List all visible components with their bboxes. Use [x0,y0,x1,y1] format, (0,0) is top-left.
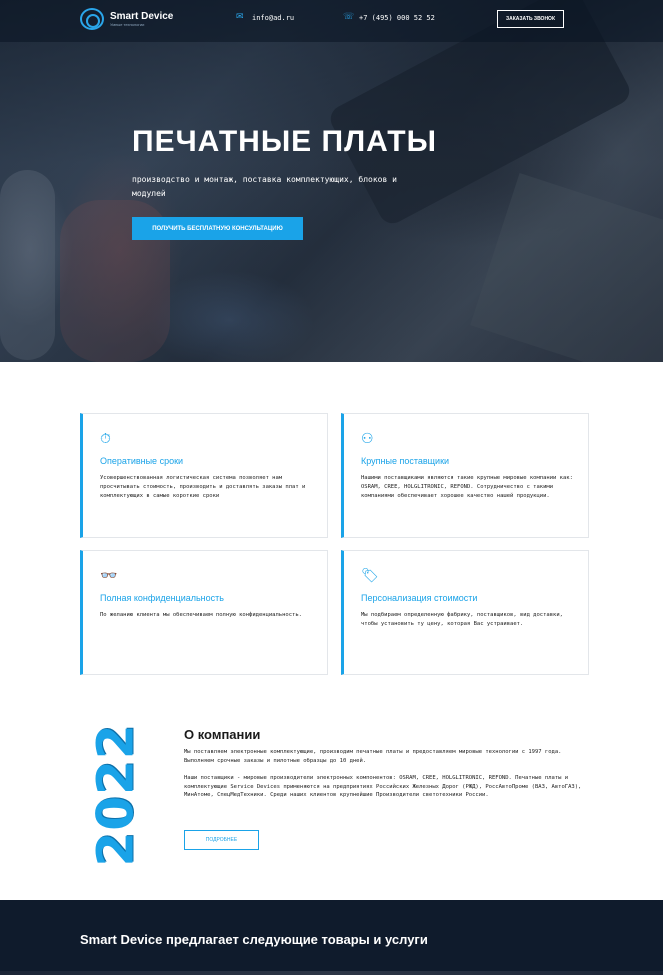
feature-title: Оперативные сроки [100,456,184,466]
consultation-button[interactable]: ПОЛУЧИТЬ БЕСПЛАТНУЮ КОНСУЛЬТАЦИЮ [132,217,303,240]
hero-background-shape [0,170,55,360]
feature-text: Усовершенствованная логистическая систем… [100,475,306,499]
feature-card: ⏱ Оперативные сроки Усовершенствованная … [80,413,328,538]
site-header: Smart Device Умные технологии ✉ info@ad.… [0,0,663,42]
about-paragraph: Мы поставляем электронные комплектующие,… [184,749,562,764]
price-tag-icon: 🏷 [361,568,379,584]
logo-title: Smart Device [110,10,174,22]
feature-text: По желанию клиента мы обеспечиваем полну… [100,612,302,618]
feature-card: 🏷 Персонализация стоимости Мы подбираем … [341,550,589,675]
about-section: 2022 О компании Мы поставляем электронны… [0,700,663,900]
email-link[interactable]: ✉ info@ad.ru [236,13,294,22]
feature-text: Мы подбираем определенную фабрику, поста… [361,612,563,627]
year-graphic: 2022 [86,723,146,866]
incognito-icon: 👓 [100,568,118,584]
divider [0,971,663,975]
logo-subtitle: Умные технологии [110,21,145,27]
callback-button[interactable]: ЗАКАЗАТЬ ЗВОНОК [497,10,564,28]
hero-title: ПЕЧАТНЫЕ ПЛАТЫ [132,125,438,158]
phone-icon: ☏ [343,12,355,22]
more-button[interactable]: ПОДРОБНЕЕ [184,830,259,850]
year-text: 2022 [87,723,146,867]
feature-card: 👓 Полная конфиденциальность По желанию к… [80,550,328,675]
phone-text: +7 (495) 000 52 52 [359,13,435,22]
logo[interactable]: Smart Device Умные технологии [80,8,173,30]
services-section: Smart Device предлагает следующие товары… [0,900,663,975]
suppliers-icon: ⚇ [361,431,374,447]
feature-title: Персонализация стоимости [361,593,478,603]
about-title: О компании [184,727,261,742]
hero-background-shape [470,173,663,362]
feature-title: Полная конфиденциальность [100,593,224,603]
hero-content: ПЕЧАТНЫЕ ПЛАТЫ производство и монтаж, по… [132,124,437,240]
feature-text: Нашими поставщиками являются такие крупн… [361,475,573,499]
hero-description: производство и монтаж, поставка комплект… [132,175,397,198]
logo-icon [80,8,104,30]
feature-title: Крупные поставщики [361,456,450,466]
about-paragraph: Наши поставщики - мировые производители … [184,775,582,798]
mail-icon: ✉ [236,12,244,22]
email-text: info@ad.ru [252,13,295,22]
phone-link[interactable]: ☏ +7 (495) 000 52 52 [343,13,435,22]
feature-card: ⚇ Крупные поставщики Нашими поставщиками… [341,413,589,538]
about-text: Мы поставляем электронные комплектующие,… [184,748,589,800]
stopwatch-icon: ⏱ [100,431,111,447]
services-title: Smart Device предлагает следующие товары… [80,932,428,947]
